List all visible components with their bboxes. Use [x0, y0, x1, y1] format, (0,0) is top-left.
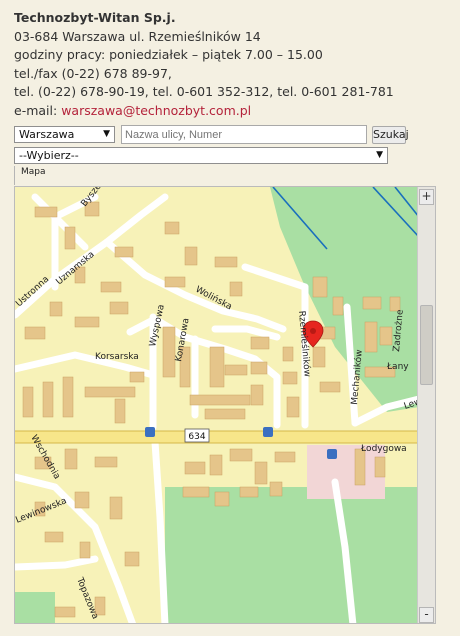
company-name: Technozbyt-Witan Sp.j.: [14, 10, 176, 25]
zoom-out-button[interactable]: -: [419, 607, 434, 623]
zoom-slider-thumb[interactable]: [420, 305, 433, 385]
map-svg: 634 Byszewska Ustronna Uznamska Wolińska…: [15, 187, 419, 623]
address-line: 03-684 Warszawa ul. Rzemieślników 14: [14, 28, 261, 44]
street-label-korsarska: Korsarska: [95, 352, 139, 362]
road-number: 634: [188, 432, 205, 442]
phones-line: tel. (0-22) 678-90-19, tel. 0-601 352-31…: [14, 84, 394, 100]
city-select-value: Warszawa: [19, 128, 75, 141]
street-search-input[interactable]: [121, 125, 367, 144]
chevron-down-icon: ▼: [376, 150, 383, 160]
map-canvas[interactable]: 634 Byszewska Ustronna Uznamska Wolińska…: [15, 187, 419, 623]
tab-map[interactable]: Mapa: [14, 166, 52, 185]
email-link[interactable]: warszawa@technozbyt.com.pl: [61, 103, 251, 118]
map-frame: 634 Byszewska Ustronna Uznamska Wolińska…: [14, 186, 436, 624]
location-select-value: --Wybierz--: [19, 149, 79, 162]
phone-fax-line: tel./fax (0-22) 678 89-97,: [14, 65, 172, 81]
map-zoom-scrollbar[interactable]: + -: [417, 187, 435, 623]
email-label: e-mail:: [14, 102, 58, 118]
street-label-lany: Łany: [386, 362, 409, 372]
contact-info: Technozbyt-Witan Sp.j. 03-684 Warszawa u…: [14, 9, 394, 121]
city-select[interactable]: Warszawa ▼: [14, 126, 115, 143]
bus-stop-icon: [263, 427, 273, 437]
main-road-634: [15, 431, 419, 443]
location-select[interactable]: --Wybierz-- ▼: [14, 147, 388, 164]
bus-stop-icon: [145, 427, 155, 437]
chevron-down-icon: ▼: [103, 129, 110, 139]
bus-stop-icon: [327, 449, 337, 459]
street-label-lodygowa: Łodygowa: [360, 444, 407, 454]
search-button[interactable]: Szukaj: [372, 126, 409, 144]
email-line: e-mail: warszawa@technozbyt.com.pl: [14, 102, 394, 121]
zoom-in-button[interactable]: +: [419, 189, 434, 205]
opening-hours: godziny pracy: poniedziałek – piątek 7.0…: [14, 47, 323, 63]
